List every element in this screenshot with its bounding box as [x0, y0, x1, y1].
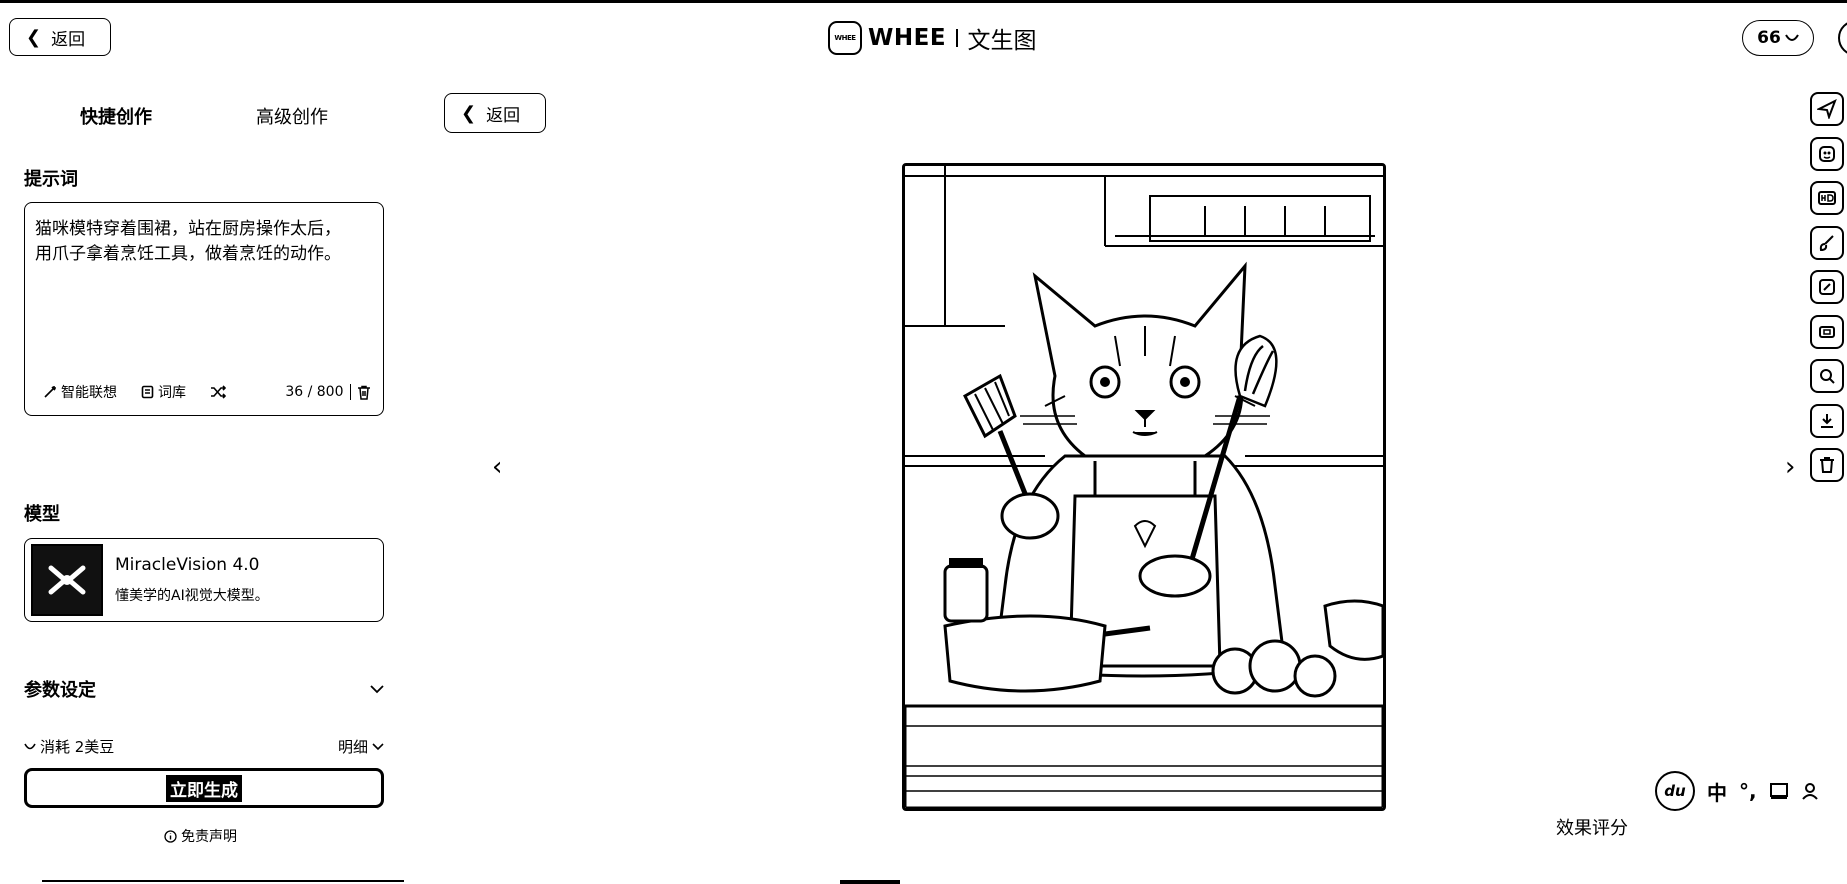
whee-logo-icon: WHEE	[828, 21, 862, 55]
brand-name: WHEE	[868, 25, 947, 51]
next-image-arrow[interactable]: ›	[1785, 452, 1795, 482]
bean-icon	[24, 743, 36, 749]
model-name: MiracleVision 4.0	[115, 555, 260, 575]
face-icon[interactable]	[1810, 136, 1844, 171]
chevron-down-icon	[370, 685, 384, 694]
hd-icon[interactable]	[1810, 181, 1844, 215]
avatar[interactable]	[1838, 20, 1847, 56]
model-selector[interactable]: MiracleVision 4.0 懂美学的AI视觉大模型。	[24, 538, 384, 622]
header-back-button[interactable]: ❮ 返回	[9, 18, 111, 56]
disclaimer-link[interactable]: 免责声明	[164, 826, 237, 846]
word-library-button[interactable]: 词库	[141, 382, 186, 402]
download-icon[interactable]	[1810, 403, 1844, 438]
page-title: 文生图	[967, 28, 1037, 54]
chevron-down-icon	[372, 742, 384, 750]
send-icon[interactable]	[1810, 92, 1844, 126]
prompt-text[interactable]: 猫咪模特穿着围裙，站在厨房操作太后，用爪子拿着烹饪工具，做着烹饪的动作。	[35, 217, 345, 267]
chevron-left-icon: ❮	[26, 26, 42, 48]
back-label: 返回	[486, 105, 521, 126]
delete-icon[interactable]	[1810, 448, 1844, 482]
bean-icon	[1784, 34, 1799, 41]
top-border	[0, 0, 1847, 3]
cost-row: 消耗 2美豆 明细	[24, 736, 384, 757]
generated-image-illustration	[905, 166, 1383, 808]
thumbnail-strip-indicator	[840, 880, 900, 884]
shuffle-button[interactable]	[210, 385, 226, 399]
ime-toolbar[interactable]: du 中 °,	[1655, 770, 1847, 812]
right-toolbar	[1810, 92, 1844, 493]
param-settings-label: 参数设定	[24, 680, 96, 701]
expand-icon[interactable]	[1810, 314, 1844, 349]
model-label: 模型	[24, 504, 60, 525]
prompt-input[interactable]: 猫咪模特穿着围裙，站在厨房操作太后，用爪子拿着烹饪工具，做着烹饪的动作。 智能联…	[24, 202, 384, 416]
disclaimer-label: 免责声明	[181, 829, 237, 845]
counter-divider	[349, 384, 351, 400]
edit-icon[interactable]	[1810, 270, 1844, 304]
info-icon	[164, 829, 177, 843]
chevron-left-icon: ❮	[461, 102, 477, 124]
cost-text: 消耗 2美豆	[40, 738, 115, 756]
brand: WHEE WHEE 文生图	[828, 20, 1037, 56]
smart-associate-button[interactable]: 智能联想	[43, 382, 117, 402]
model-thumbnail	[31, 544, 103, 616]
char-counter: 36 / 800	[285, 384, 371, 400]
word-library-label: 词库	[158, 385, 186, 401]
smart-associate-label: 智能联想	[61, 385, 117, 401]
char-count: 36 / 800	[285, 384, 344, 400]
model-description: 懂美学的AI视觉大模型。	[115, 588, 269, 604]
ime-language[interactable]: 中	[1707, 777, 1727, 806]
prev-image-arrow[interactable]: ‹	[492, 452, 502, 482]
brush-icon[interactable]	[1810, 225, 1844, 260]
tab-quick-create[interactable]: 快捷创作	[80, 103, 152, 129]
generated-image[interactable]	[902, 163, 1386, 811]
preview-back-button[interactable]: ❮ 返回	[444, 93, 546, 133]
ime-punctuation[interactable]: °,	[1739, 779, 1757, 803]
trash-icon[interactable]	[357, 385, 371, 400]
magic-wand-icon	[44, 386, 56, 398]
param-settings-row[interactable]: 参数设定	[24, 676, 384, 702]
book-icon	[141, 385, 154, 399]
credits-count: 66	[1757, 28, 1781, 48]
prompt-toolbar: 智能联想 词库 36 / 800	[43, 381, 371, 403]
panel-bottom-divider	[42, 880, 404, 882]
prompt-label: 提示词	[24, 169, 78, 190]
search-icon[interactable]	[1810, 359, 1844, 393]
credits-badge[interactable]: 66	[1742, 20, 1814, 56]
generate-button[interactable]: 立即生成	[24, 768, 384, 808]
generate-label: 立即生成	[166, 774, 242, 802]
back-label: 返回	[51, 29, 86, 50]
ime-logo-icon: du	[1655, 771, 1695, 811]
ime-user-icon[interactable]	[1801, 782, 1819, 800]
miraclevision-logo-icon	[48, 565, 86, 595]
rating-label[interactable]: 效果评分	[1556, 814, 1628, 840]
ime-keyboard-icon[interactable]	[1769, 782, 1789, 800]
cost-detail-toggle[interactable]: 明细	[338, 736, 384, 757]
cost-detail-label: 明细	[337, 738, 368, 756]
tab-advanced-create[interactable]: 高级创作	[256, 103, 328, 129]
shuffle-icon	[211, 385, 226, 399]
brand-divider	[956, 29, 958, 47]
